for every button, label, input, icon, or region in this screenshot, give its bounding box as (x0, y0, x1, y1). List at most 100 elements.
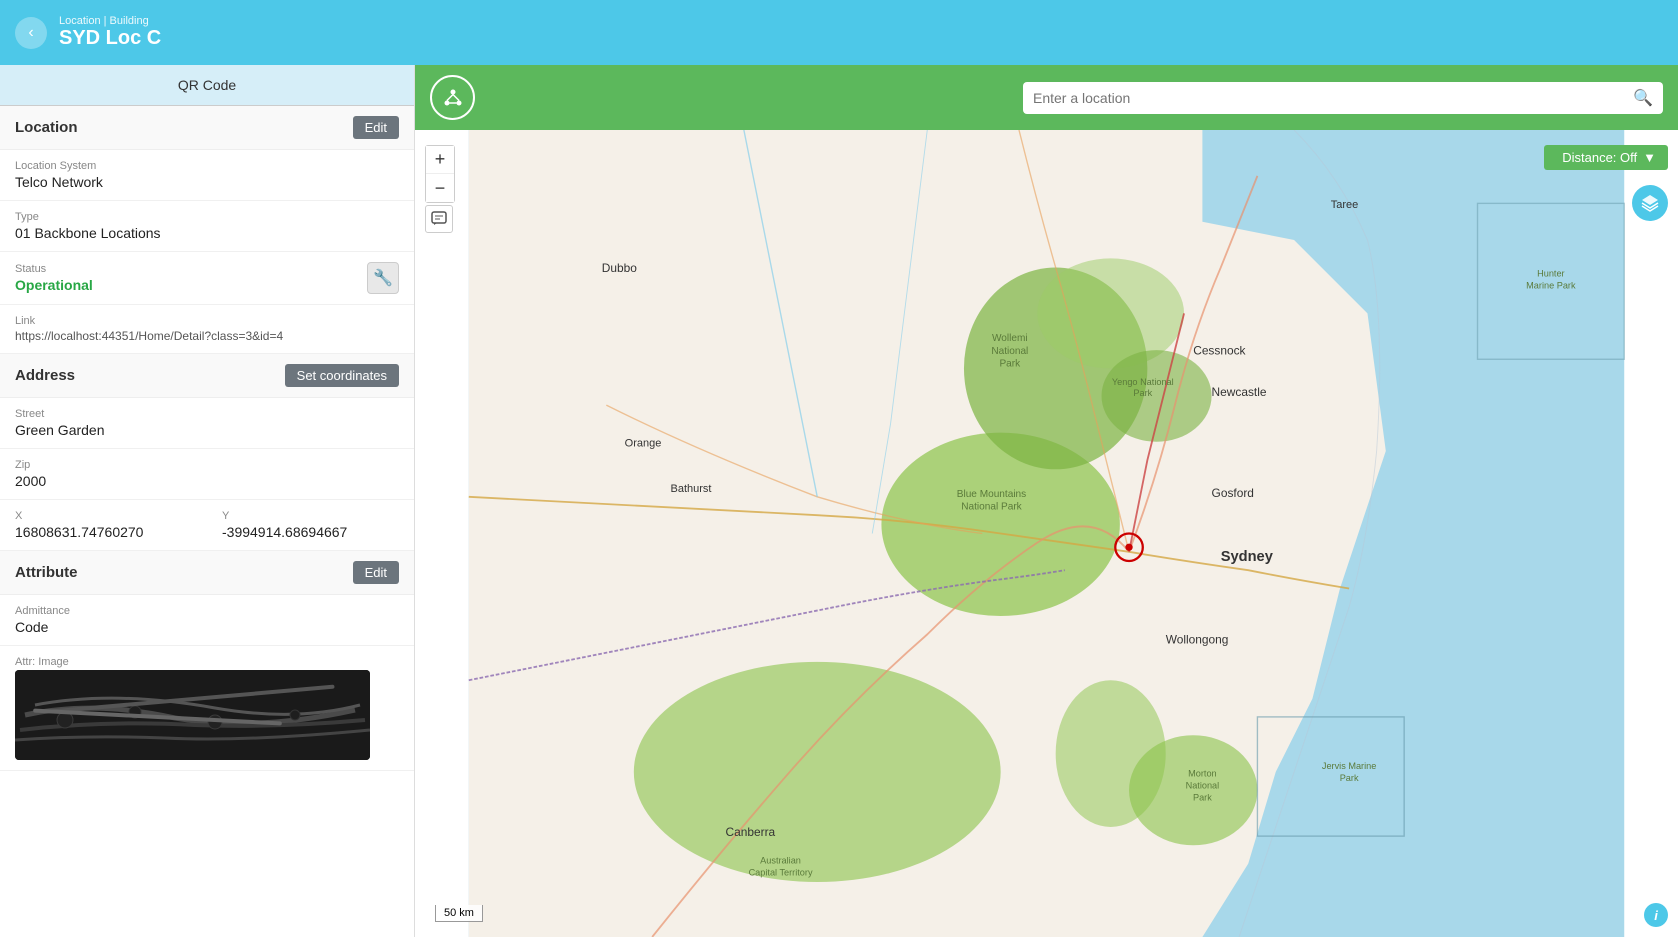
coordinates-row: X 16808631.74760270 Y -3994914.68694667 (0, 500, 414, 551)
attribute-section-title: Attribute (15, 564, 78, 581)
x-field: X 16808631.74760270 (0, 500, 207, 551)
map-background: Dubbo Orange Bathurst Cessnock Newcastle… (415, 130, 1678, 937)
street-field: Street Green Garden (0, 398, 414, 449)
zip-label: Zip (15, 459, 399, 471)
svg-text:Australian: Australian (760, 856, 801, 866)
layer-button[interactable] (1632, 185, 1668, 221)
location-system-field: Location System Telco Network (0, 150, 414, 201)
status-row: Status Operational 🔧 (0, 252, 414, 305)
svg-text:Bathurst: Bathurst (671, 483, 712, 495)
back-button[interactable]: ‹ (15, 17, 47, 49)
zip-value: 2000 (15, 473, 399, 489)
status-field: Status Operational (15, 263, 93, 293)
street-label: Street (15, 408, 399, 420)
svg-text:National: National (991, 346, 1028, 357)
svg-text:Blue Mountains: Blue Mountains (957, 489, 1026, 500)
svg-text:Wollemi: Wollemi (992, 333, 1028, 344)
link-label: Link (15, 315, 399, 327)
info-button[interactable]: i (1644, 903, 1668, 927)
location-search-input[interactable] (1033, 90, 1633, 106)
svg-text:Park: Park (1133, 388, 1152, 398)
svg-text:Canberra: Canberra (726, 825, 776, 839)
type-field: Type 01 Backbone Locations (0, 201, 414, 252)
zoom-controls: + − (425, 145, 455, 203)
map-tool-button[interactable] (425, 205, 453, 233)
map-container[interactable]: 🔍 (415, 65, 1678, 937)
header-subtitle: Location | Building (59, 15, 161, 27)
bubble-icon (431, 211, 447, 227)
svg-text:Marine Park: Marine Park (1526, 281, 1576, 291)
attr-image-field: Attr: Image (0, 646, 414, 771)
distance-dropdown-icon: ▼ (1643, 150, 1656, 165)
status-label: Status (15, 263, 93, 275)
type-label: Type (15, 211, 399, 223)
svg-text:Jervis Marine: Jervis Marine (1322, 761, 1376, 771)
distance-control[interactable]: Distance: Off ▼ (1544, 145, 1668, 170)
set-coordinates-button[interactable]: Set coordinates (285, 364, 399, 387)
svg-text:Cessnock: Cessnock (1193, 344, 1245, 358)
wrench-button[interactable]: 🔧 (367, 262, 399, 294)
zoom-in-button[interactable]: + (426, 146, 454, 174)
location-edit-button[interactable]: Edit (353, 116, 399, 139)
svg-text:Orange: Orange (625, 437, 662, 449)
qr-code-section: QR Code (0, 65, 414, 106)
header-main-title: SYD Loc C (59, 27, 161, 50)
zoom-out-button[interactable]: − (426, 174, 454, 202)
y-field: Y -3994914.68694667 (207, 500, 414, 551)
location-section-header: Location Edit (0, 106, 414, 150)
layers-icon (1640, 193, 1660, 213)
svg-text:Gosford: Gosford (1212, 486, 1254, 500)
link-value: https://localhost:44351/Home/Detail?clas… (15, 329, 399, 343)
cable-svg (15, 670, 370, 760)
admittance-value: Code (15, 619, 399, 635)
main-container: QR Code Location Edit Location System Te… (0, 65, 1678, 937)
street-value: Green Garden (15, 422, 399, 438)
scale-label: 50 km (444, 907, 474, 919)
distance-label: Distance: Off (1562, 150, 1637, 165)
location-section-title: Location (15, 119, 78, 136)
location-system-value: Telco Network (15, 174, 399, 190)
admittance-label: Admittance (15, 605, 399, 617)
address-section-title: Address (15, 367, 75, 384)
attr-image-label: Attr: Image (15, 656, 399, 668)
location-search-box[interactable]: 🔍 (1023, 82, 1663, 114)
qr-code-label: QR Code (178, 77, 236, 93)
map-logo (430, 75, 475, 120)
svg-text:Park: Park (1193, 792, 1212, 802)
svg-text:Morton: Morton (1188, 769, 1217, 779)
svg-text:Yengo National: Yengo National (1112, 377, 1174, 387)
svg-text:Hunter: Hunter (1537, 269, 1564, 279)
search-icon: 🔍 (1633, 88, 1653, 108)
svg-text:Newcastle: Newcastle (1212, 385, 1267, 399)
attribute-edit-button[interactable]: Edit (353, 561, 399, 584)
svg-text:Taree: Taree (1331, 199, 1359, 211)
attr-image-box (15, 670, 370, 760)
attribute-section-header: Attribute Edit (0, 551, 414, 595)
y-label: Y (222, 510, 399, 522)
svg-text:Park: Park (1340, 773, 1359, 783)
zip-field: Zip 2000 (0, 449, 414, 500)
svg-text:National Park: National Park (961, 502, 1022, 513)
svg-text:Park: Park (999, 359, 1021, 370)
type-value: 01 Backbone Locations (15, 225, 399, 241)
map-svg: Dubbo Orange Bathurst Cessnock Newcastle… (415, 130, 1678, 937)
sidebar: QR Code Location Edit Location System Te… (0, 65, 415, 937)
x-value: 16808631.74760270 (15, 524, 192, 540)
admittance-field: Admittance Code (0, 595, 414, 646)
zip-row: Zip 2000 (0, 449, 414, 500)
header-title: Location | Building SYD Loc C (59, 15, 161, 50)
x-label: X (15, 510, 192, 522)
svg-text:National: National (1186, 780, 1220, 790)
info-icon: i (1654, 908, 1658, 923)
map-topbar: 🔍 (415, 65, 1678, 130)
cable-image (15, 670, 370, 760)
svg-text:Wollongong: Wollongong (1166, 633, 1229, 647)
status-value: Operational (15, 277, 93, 293)
link-field: Link https://localhost:44351/Home/Detail… (0, 305, 414, 354)
svg-text:Capital Territory: Capital Territory (749, 868, 813, 878)
map-scale: 50 km (435, 905, 483, 922)
svg-text:Dubbo: Dubbo (602, 261, 637, 275)
network-icon (441, 86, 465, 110)
app-header: ‹ Location | Building SYD Loc C (0, 0, 1678, 65)
y-value: -3994914.68694667 (222, 524, 399, 540)
